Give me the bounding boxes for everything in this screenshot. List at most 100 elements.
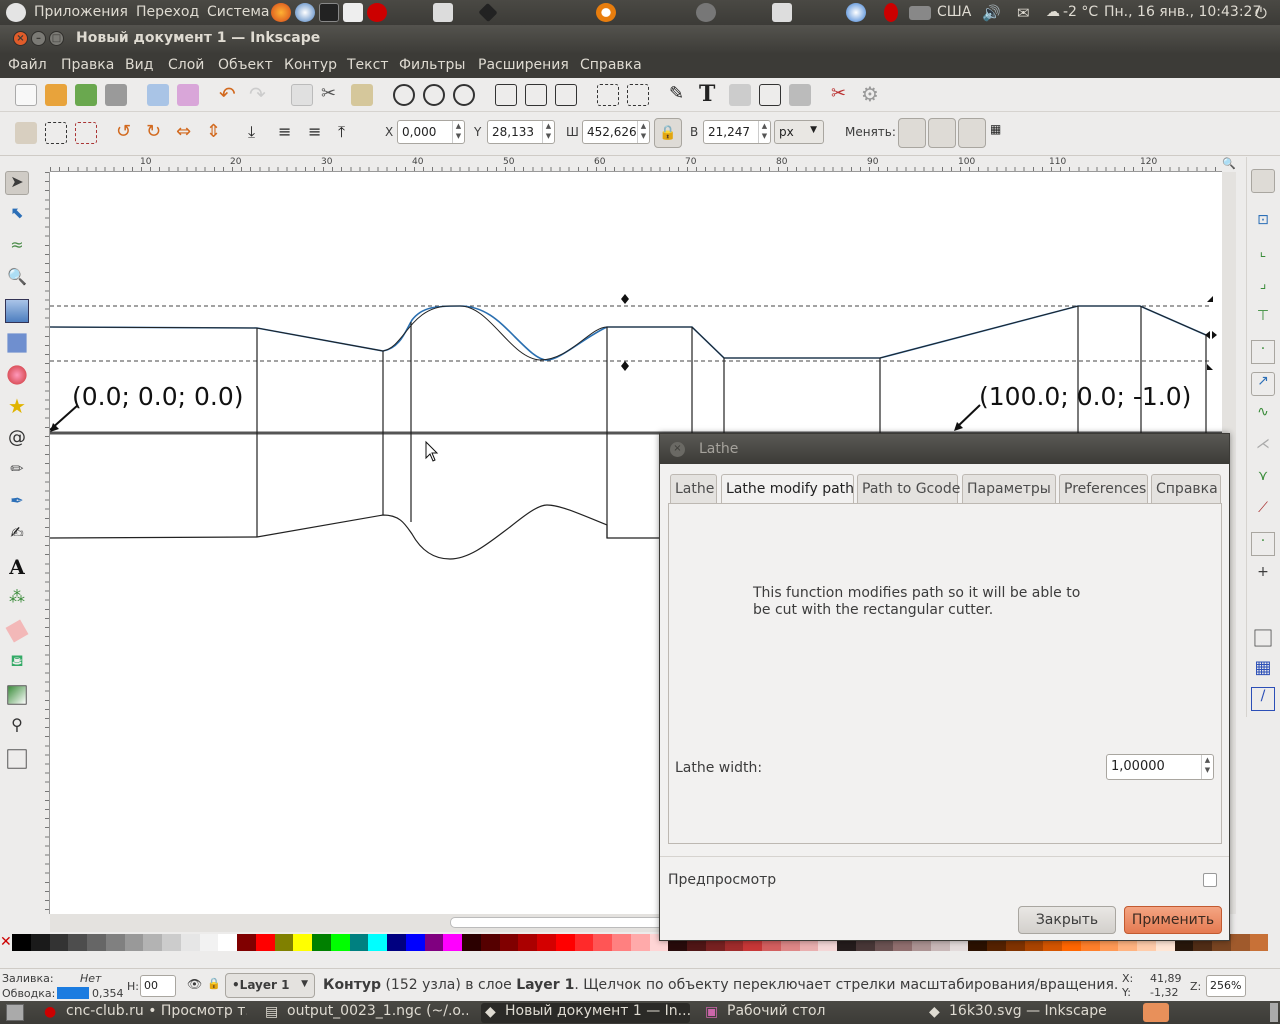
menu-view[interactable]: Вид — [125, 57, 153, 73]
volume-icon[interactable]: 🔊 — [982, 4, 1001, 22]
raise-to-top-icon[interactable]: ⤒ — [338, 122, 360, 144]
snap-bbox-edges-icon[interactable]: ⌞ — [1251, 244, 1275, 268]
height-field[interactable]: 21,247 ▲ ▼ — [703, 120, 771, 144]
stroke-width[interactable]: 0,354 — [92, 987, 124, 1000]
menu-places[interactable]: Переход — [136, 4, 199, 20]
tab-lathe[interactable]: Lathe — [670, 474, 717, 503]
keyboard-icon[interactable] — [909, 6, 931, 20]
menu-help[interactable]: Справка — [580, 57, 642, 73]
rotate-cw-icon[interactable]: ↻ — [146, 122, 168, 144]
calligraphy-tool-icon[interactable]: ✍ — [5, 523, 29, 547]
palette-swatch[interactable] — [143, 934, 162, 951]
menu-file[interactable]: Файл — [8, 57, 47, 73]
close-button[interactable]: Закрыть — [1018, 906, 1116, 934]
export-icon[interactable] — [177, 84, 199, 106]
layer-select[interactable]: •Layer 1 ▼ — [225, 973, 315, 998]
ellipse-tool-icon[interactable] — [7, 365, 27, 385]
zoom-corner-icon[interactable]: 🔍 — [1222, 157, 1236, 172]
taskbar-item-active[interactable]: ◆ Новый документ 1 — In... — [481, 1003, 690, 1023]
deselect-icon[interactable] — [75, 122, 97, 144]
text-editor-icon[interactable] — [343, 3, 363, 22]
palette-swatch[interactable] — [499, 934, 519, 951]
x-stepper[interactable]: ▲ ▼ — [452, 121, 464, 143]
palette-swatch[interactable] — [443, 934, 462, 951]
paste-icon[interactable] — [351, 84, 373, 106]
dropper-tool-icon[interactable]: ⚲ — [5, 715, 29, 739]
redo-icon[interactable]: ↷ — [249, 84, 271, 106]
show-desktop-icon[interactable] — [6, 1004, 24, 1021]
text-tool-icon[interactable]: A — [5, 555, 29, 579]
tab-lathe-modify-path[interactable]: Lathe modify path — [721, 474, 854, 504]
tab-parameters[interactable]: Параметры — [962, 474, 1056, 503]
palette-swatch[interactable] — [1230, 934, 1250, 951]
connector-tool-icon[interactable] — [7, 749, 27, 769]
fill-stroke-icon[interactable]: ✎ — [669, 84, 691, 106]
palette-swatch[interactable] — [349, 934, 369, 951]
group-icon[interactable] — [597, 84, 619, 106]
palette-swatch[interactable] — [218, 934, 237, 951]
menu-system[interactable]: Система — [207, 4, 269, 20]
menu-edit[interactable]: Правка — [61, 57, 114, 73]
pen-tool-icon[interactable]: ✒ — [5, 491, 29, 515]
palette-swatch[interactable] — [630, 934, 650, 951]
chromium-icon[interactable] — [295, 3, 315, 22]
snap-bbox-corners-icon[interactable]: ⌟ — [1251, 276, 1275, 300]
tab-help[interactable]: Справка — [1151, 474, 1221, 503]
lower-icon[interactable]: ≡ — [278, 122, 300, 144]
close-dialog-icon[interactable]: × — [670, 442, 685, 457]
palette-swatch[interactable] — [68, 934, 87, 951]
menu-applications[interactable]: Приложения — [34, 4, 128, 20]
fill-value[interactable]: Нет — [80, 972, 101, 985]
lock-proportions-icon[interactable]: 🔒 — [654, 118, 682, 148]
clone-icon[interactable] — [525, 84, 547, 106]
palette-swatch[interactable] — [199, 934, 219, 951]
palette-swatch[interactable] — [87, 934, 106, 951]
palette-swatch[interactable] — [180, 934, 200, 951]
firefox-icon[interactable] — [271, 3, 291, 22]
palette-swatch[interactable] — [293, 934, 312, 951]
snap-bbox-icon[interactable]: ⊡ — [1251, 212, 1275, 236]
preview-checkbox[interactable] — [1203, 873, 1217, 887]
palette-swatch[interactable] — [30, 934, 50, 951]
width-stepper[interactable]: ▲ ▼ — [637, 121, 649, 143]
align-icon[interactable] — [789, 84, 811, 106]
eraser-tool-icon[interactable] — [5, 619, 29, 643]
paint-bucket-tool-icon[interactable]: ⛾ — [5, 651, 29, 675]
taskbar-item[interactable]: ● cnc-club.ru • Просмотр т... — [42, 1003, 247, 1023]
y-stepper[interactable]: ▲ ▼ — [542, 121, 554, 143]
gimp-icon[interactable] — [696, 3, 716, 22]
no-paint-icon[interactable]: ✕ — [0, 934, 12, 951]
save-icon[interactable] — [75, 84, 97, 106]
opera-icon[interactable] — [367, 3, 387, 22]
taskbar-item[interactable]: ▤ output_0023_1.ngc (~/.o... — [263, 1003, 468, 1023]
spray-tool-icon[interactable]: ⁂ — [5, 587, 29, 611]
document-properties-icon[interactable]: ⚙ — [861, 84, 883, 106]
terminal-icon[interactable] — [319, 3, 339, 22]
select-all-layers-icon[interactable] — [45, 122, 67, 144]
palette-swatch[interactable] — [462, 934, 481, 951]
palette-swatch[interactable] — [330, 934, 350, 951]
blender-icon[interactable] — [596, 3, 616, 22]
spiral-tool-icon[interactable]: @ — [5, 427, 29, 451]
weather-icon[interactable]: ☁ — [1046, 4, 1060, 20]
zoom-page-icon[interactable] — [453, 84, 475, 106]
taskbar-item[interactable]: ◆ 16k30.svg — Inkscape — [925, 1003, 1130, 1023]
palette-swatch[interactable] — [555, 934, 575, 951]
snap-page-icon[interactable] — [1254, 629, 1272, 647]
preferences-icon[interactable]: ✂ — [831, 84, 853, 106]
selector-tool-icon[interactable]: ➤ — [5, 171, 29, 195]
dialog-titlebar[interactable]: × Lathe — [660, 434, 1229, 464]
notes-icon[interactable] — [433, 3, 453, 22]
layers-icon[interactable] — [729, 84, 751, 106]
palette-swatch[interactable] — [387, 934, 406, 951]
snap-bbox-centers-icon[interactable]: · — [1251, 340, 1275, 364]
palette-swatch[interactable] — [12, 934, 31, 951]
menu-extensions[interactable]: Расширения — [478, 57, 569, 73]
zoom-tool-icon[interactable]: 🔍 — [5, 267, 29, 291]
unlink-clone-icon[interactable] — [555, 84, 577, 106]
transform-gradients-toggle[interactable] — [958, 118, 986, 148]
maximize-window-icon[interactable]: □ — [49, 31, 64, 46]
snap-midpoints-icon[interactable]: · — [1251, 532, 1275, 556]
snap-cusp-nodes-icon[interactable]: ⋎ — [1251, 468, 1275, 492]
palette-swatch[interactable] — [518, 934, 537, 951]
